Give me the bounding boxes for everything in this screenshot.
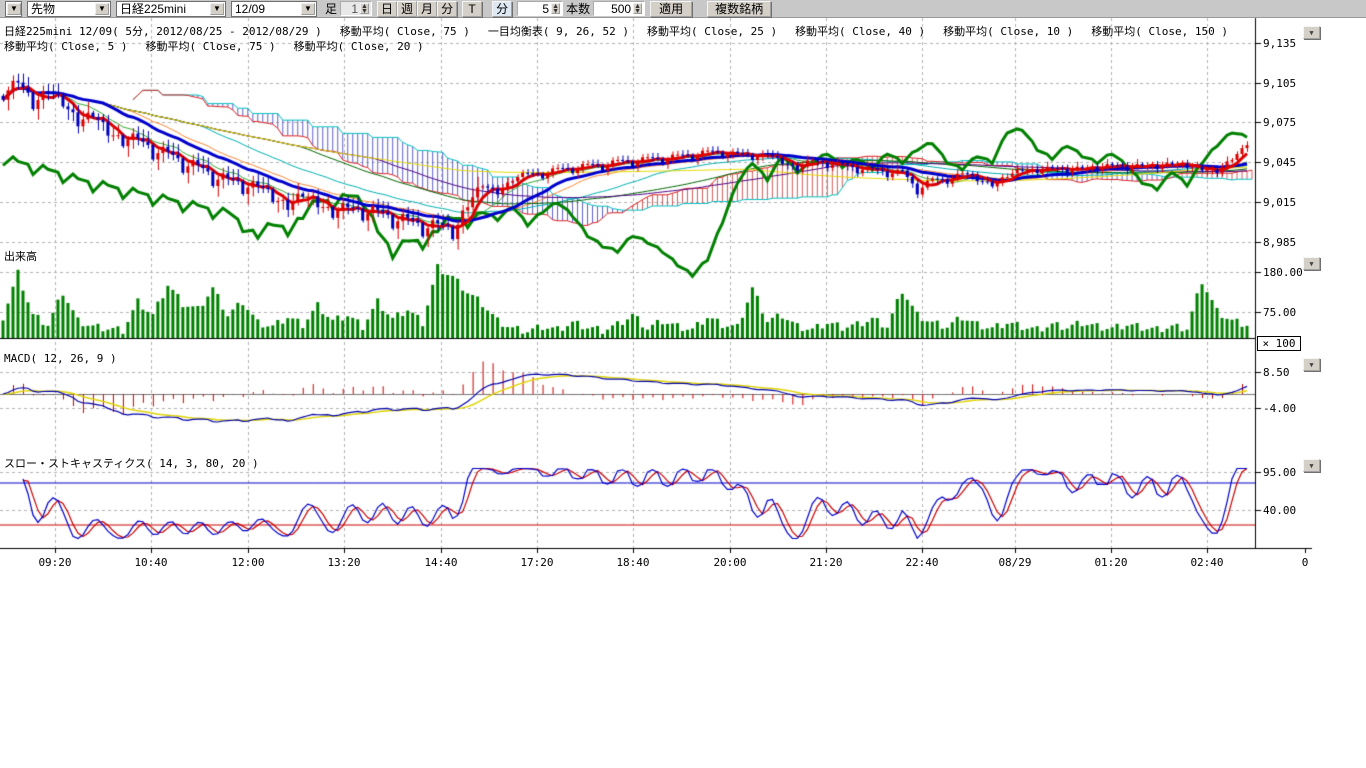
legend-row-1: 日経225mini 12/09( 5分, 2012/08/25 - 2012/0… [4,23,1246,39]
stoch-pane-title: スロー・ストキャスティクス( 14, 3, 80, 20 ) [4,455,259,471]
stoch-axis-label: 95.00 [1263,466,1296,479]
bars-spinner[interactable]: 500 ▲▼ [593,1,645,16]
period-month-button[interactable]: 月 [417,1,437,17]
interval-spinner-value: 1 [351,2,358,16]
legend-item: 移動平均( Close, 75 ) [145,40,275,53]
time-axis-label: 09:20 [31,556,79,569]
chevron-down-icon: ▼ [7,3,21,15]
macd-pane-title: MACD( 12, 26, 9 ) [4,352,117,365]
legend-item: 移動平均( Close, 75 ) [340,25,470,38]
period-day-button[interactable]: 日 [377,1,397,17]
contract-combo[interactable]: 12/09 ▼ [231,1,317,17]
price-chart-canvas[interactable] [0,0,1366,768]
price-axis-label: 9,075 [1263,116,1296,129]
spinner-arrows-icon[interactable]: ▲▼ [360,3,369,14]
time-axis-label: 22:40 [898,556,946,569]
interval-spinner[interactable]: 1 ▲▼ [340,1,372,16]
symbol-combo-value: 日経225mini [120,0,186,17]
minute-mode-label[interactable]: 分 [492,1,512,17]
legend-item: 移動平均( Close, 10 ) [943,25,1073,38]
period-minute-button[interactable]: 分 [437,1,457,17]
category-combo-value: 先物 [31,0,55,17]
category-combo[interactable]: 先物 ▼ [27,1,111,17]
price-axis-label: 9,015 [1263,196,1296,209]
volume-pane-title: 出来高 [4,248,37,264]
apply-button[interactable]: 適用 [650,1,692,17]
macd-axis-label: 8.50 [1263,366,1290,379]
legend-row-2: 移動平均( Close, 5 ) 移動平均( Close, 75 ) 移動平均( C… [4,38,442,54]
time-axis-label: 20:00 [706,556,754,569]
legend-item: 移動平均( Close, 20 ) [294,40,424,53]
legend-item: 移動平均( Close, 150 ) [1091,25,1228,38]
macd-axis-label: -4.00 [1263,402,1296,415]
volume-multiplier-badge: × 100 [1257,336,1301,351]
symbol-combo[interactable]: 日経225mini ▼ [116,1,226,17]
bars-label: 本数 [563,0,593,17]
legend-item: 移動平均( Close, 40 ) [795,25,925,38]
spinner-arrows-icon[interactable]: ▲▼ [551,3,560,14]
time-axis-label: 17:20 [513,556,561,569]
time-axis-label: 02:40 [1183,556,1231,569]
multi-symbol-button[interactable]: 複数銘柄 [707,1,771,17]
time-axis-label: 18:40 [609,556,657,569]
time-axis-label: 0 [1281,556,1329,569]
stoch-axis-label: 40.00 [1263,504,1296,517]
axis-scale-dropdown[interactable]: ▼ [1303,459,1320,472]
chevron-down-icon: ▼ [301,3,315,15]
time-axis-label: 21:20 [802,556,850,569]
minutes-spinner-value: 5 [542,2,549,16]
period-tick-button[interactable]: T [462,1,482,17]
bars-spinner-value: 500 [611,2,631,16]
axis-scale-dropdown[interactable]: ▼ [1303,26,1320,39]
toolbar: ▼ 先物 ▼ 日経225mini ▼ 12/09 ▼ 足 1 ▲▼ 日 週 月 … [0,0,1366,18]
time-axis-label: 01:20 [1087,556,1135,569]
time-axis-label: 08/29 [991,556,1039,569]
period-week-button[interactable]: 週 [397,1,417,17]
axis-scale-dropdown[interactable]: ▼ [1303,358,1320,371]
price-axis-label: 9,135 [1263,37,1296,50]
legend-item: 移動平均( Close, 5 ) [4,40,127,53]
price-axis-label: 8,985 [1263,236,1296,249]
chart-application-window: ▼ 先物 ▼ 日経225mini ▼ 12/09 ▼ 足 1 ▲▼ 日 週 月 … [0,0,1366,768]
price-axis-label: 9,045 [1263,156,1296,169]
legend-item: 一目均衡表( 9, 26, 52 ) [488,25,629,38]
chevron-down-icon: ▼ [210,3,224,15]
volume-axis-label: 180.00 [1263,266,1303,279]
price-axis-label: 9,105 [1263,77,1296,90]
legend-item: 移動平均( Close, 25 ) [647,25,777,38]
spinner-arrows-icon[interactable]: ▲▼ [633,3,642,14]
mini-dropdown[interactable]: ▼ [5,1,22,17]
legend-item: 日経225mini 12/09( 5分, 2012/08/25 - 2012/0… [4,25,322,38]
ashi-label: 足 [322,0,340,17]
minutes-spinner[interactable]: 5 ▲▼ [517,1,563,16]
axis-scale-dropdown[interactable]: ▼ [1303,257,1320,270]
time-axis-label: 14:40 [417,556,465,569]
time-axis-label: 10:40 [127,556,175,569]
contract-combo-value: 12/09 [235,2,265,16]
volume-axis-label: 75.00 [1263,306,1296,319]
time-axis-label: 12:00 [224,556,272,569]
time-axis-label: 13:20 [320,556,368,569]
chevron-down-icon: ▼ [95,3,109,15]
